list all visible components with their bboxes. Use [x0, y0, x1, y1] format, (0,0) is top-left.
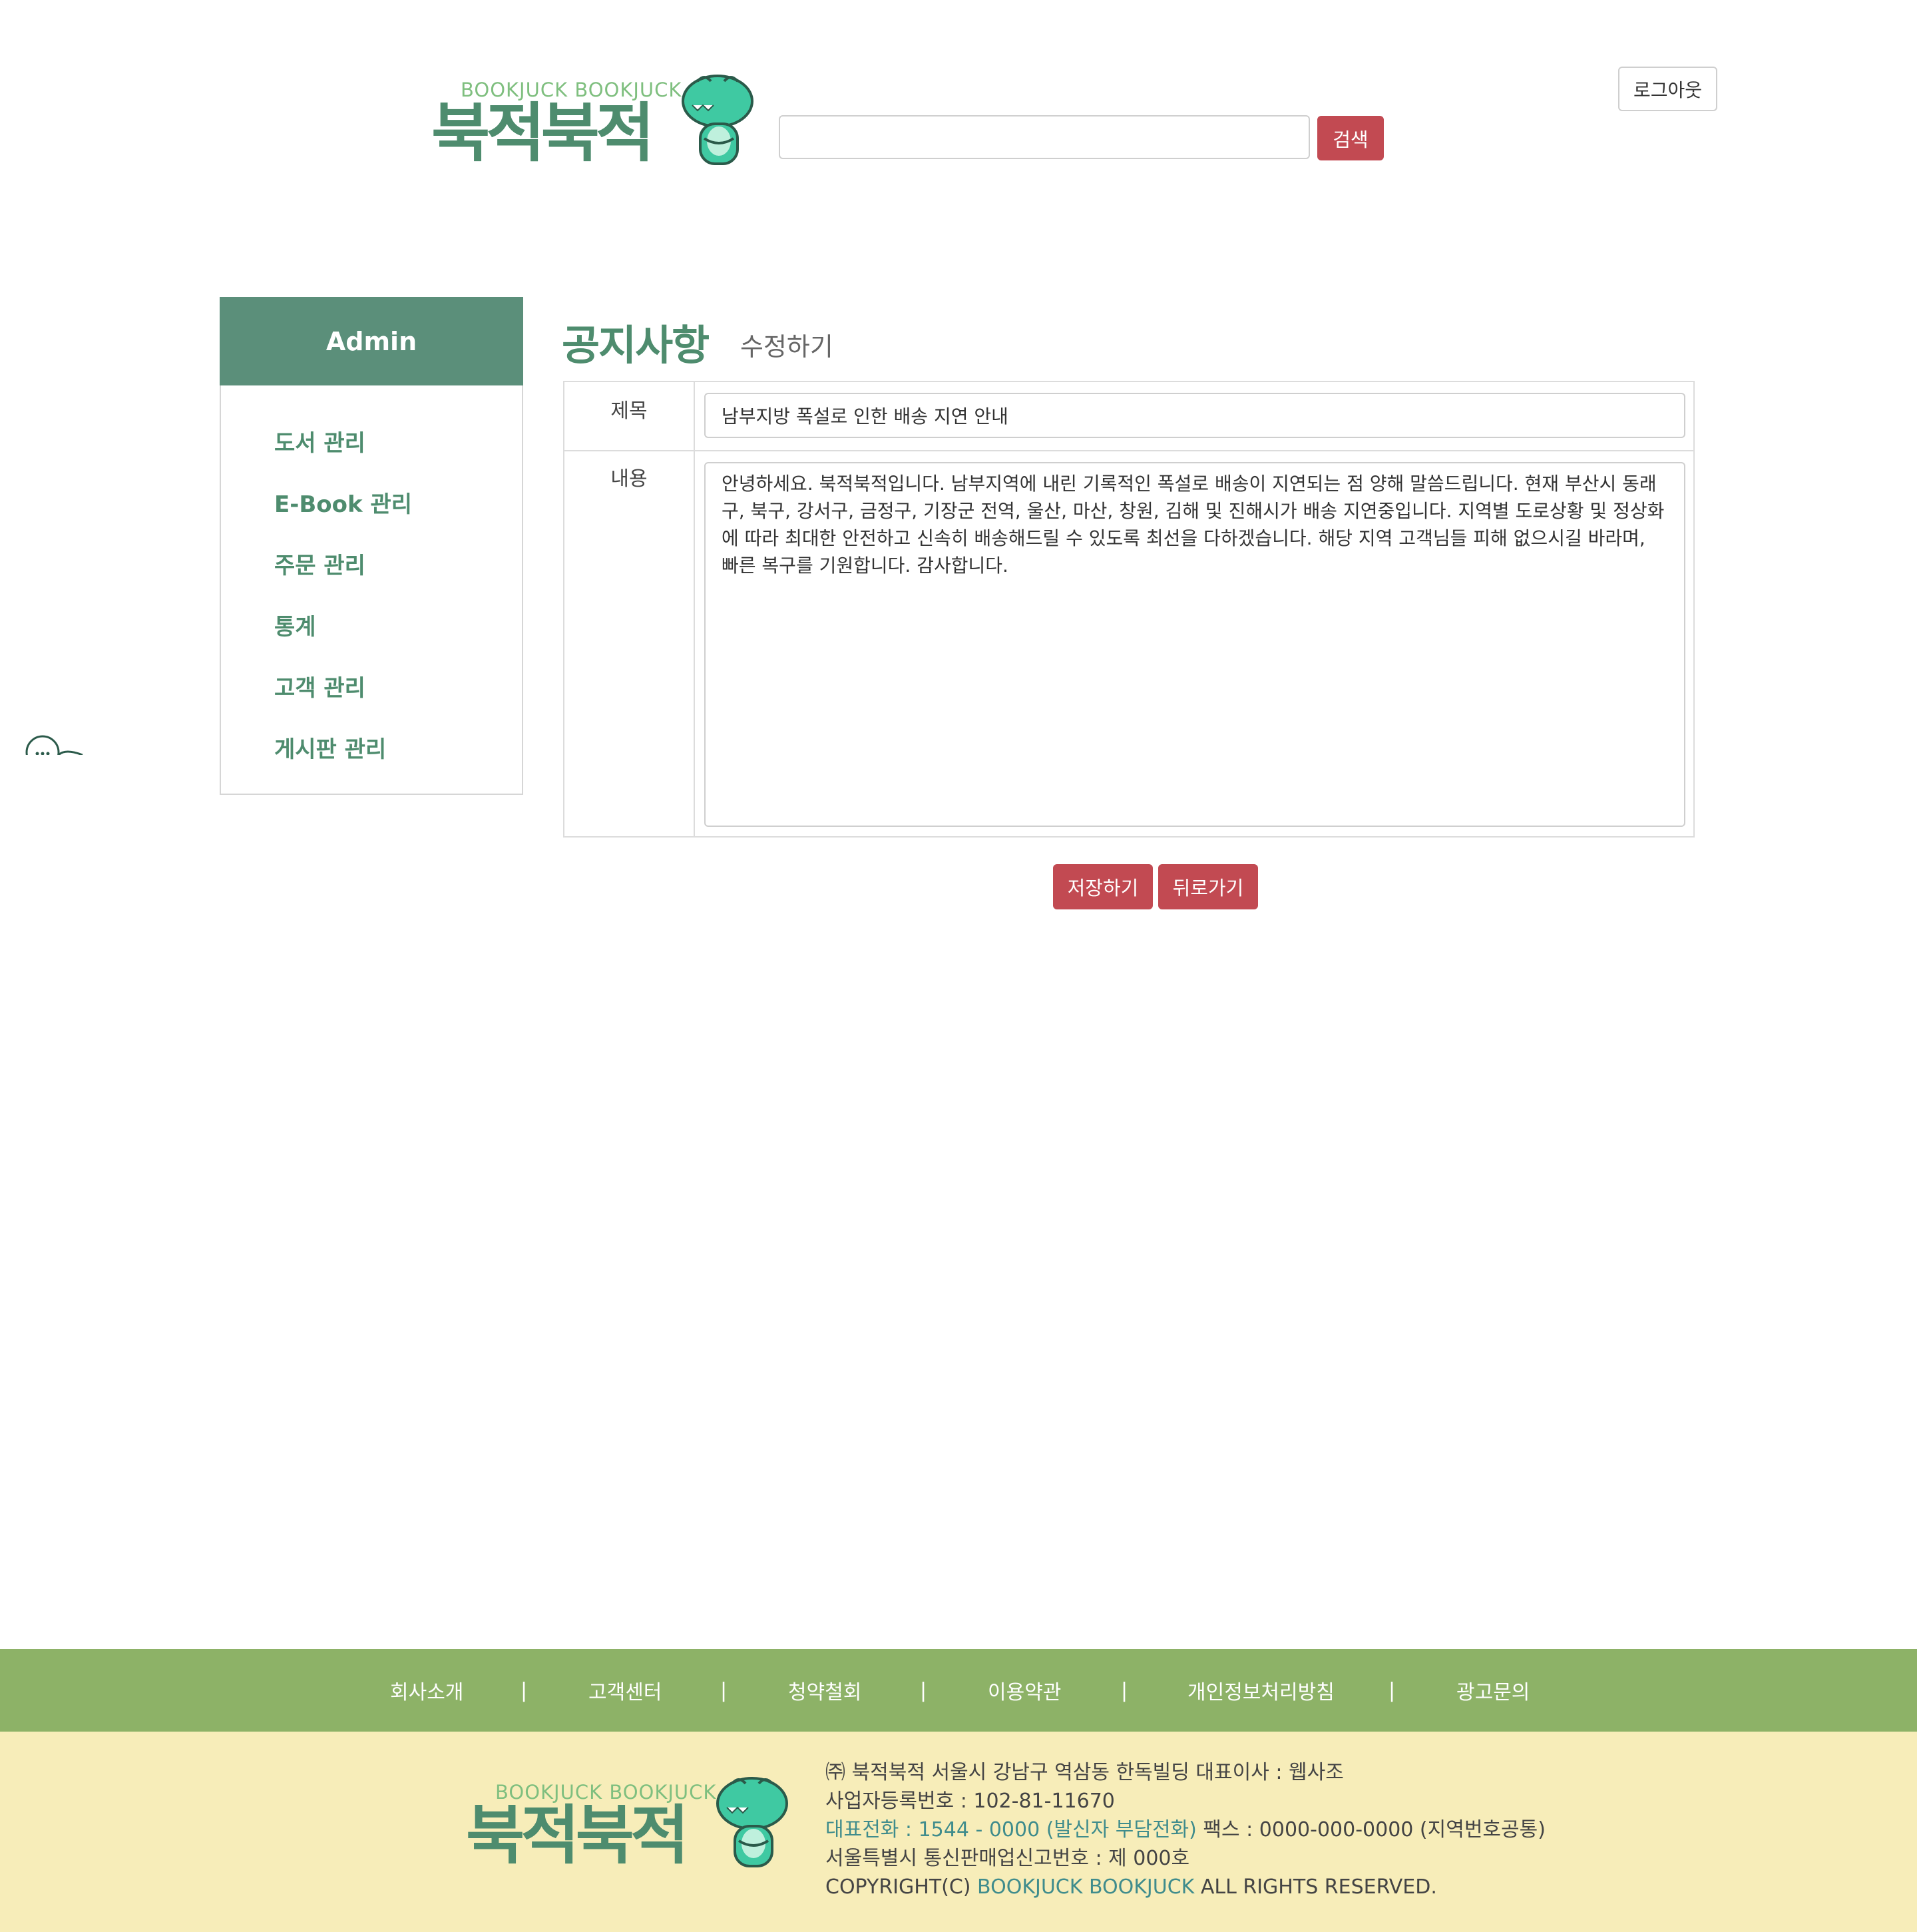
footer-registration: 서울특별시 통신판매업신고번호 : 제 000호	[825, 1847, 1190, 1870]
search-input[interactable]	[779, 115, 1310, 159]
footer-link-terms[interactable]: 이용약관	[988, 1649, 1061, 1732]
footer-link-withdrawal[interactable]: 청약철회	[788, 1649, 861, 1732]
sidebar-item-customer-management[interactable]: 고객 관리	[274, 670, 365, 702]
footer-phone: 대표전화 : 1544 - 0000 (발신자 부담전화)	[825, 1818, 1197, 1841]
footer-crocodile-mascot-icon	[716, 1777, 788, 1867]
logo-korean-text: 북적북적	[431, 96, 654, 170]
copyright-prefix: COPYRIGHT(C)	[825, 1875, 978, 1899]
content-label: 내용	[610, 467, 648, 491]
footer-separator: |	[521, 1678, 528, 1702]
footer-link-privacy[interactable]: 개인정보처리방침	[1187, 1649, 1335, 1732]
footer-logo-korean-text: 북적북적	[466, 1798, 689, 1873]
footer-link-customer-center[interactable]: 고객센터	[588, 1649, 662, 1732]
footer-company-info: ㈜ 북적북적 서울시 강남구 역삼동 한독빌딩 대표이사 : 웹사조 사업자등록…	[825, 1758, 1546, 1901]
footer-company-line: ㈜ 북적북적 서울시 강남구 역삼동 한독빌딩 대표이사 : 웹사조	[825, 1761, 1344, 1784]
chat-bubble-icon[interactable]	[24, 734, 84, 755]
sidebar-item-order-management[interactable]: 주문 관리	[274, 547, 365, 580]
sidebar-item-ebook-management[interactable]: E-Book 관리	[274, 486, 412, 519]
footer-contact-line: 대표전화 : 1544 - 0000 (발신자 부담전화) 팩스 : 0000-…	[825, 1815, 1546, 1844]
copyright-suffix: ALL RIGHTS RESERVED.	[1194, 1875, 1437, 1899]
footer-logo: BOOKJUCK BOOKJUCK 북적북적	[466, 1774, 792, 1879]
crocodile-mascot-icon	[682, 75, 753, 165]
admin-sidebar: Admin 도서 관리 E-Book 관리 주문 관리 통계 고객 관리 게시판…	[220, 297, 523, 795]
footer-copyright: COPYRIGHT(C) BOOKJUCK BOOKJUCK ALL RIGHT…	[825, 1873, 1546, 1901]
back-button[interactable]: 뒤로가기	[1158, 864, 1258, 909]
search-button[interactable]: 검색	[1317, 116, 1384, 160]
copyright-brand: BOOKJUCK BOOKJUCK	[977, 1875, 1195, 1899]
header-logo[interactable]: BOOKJUCK BOOKJUCK 북적북적	[431, 72, 757, 177]
sidebar-title: Admin	[220, 297, 523, 385]
page-subtitle: 수정하기	[740, 332, 833, 362]
title-input[interactable]: 남부지방 폭설로 인한 배송 지연 안내	[704, 393, 1685, 438]
footer-separator: |	[920, 1678, 927, 1702]
logout-button[interactable]: 로그아웃	[1618, 67, 1717, 111]
save-button[interactable]: 저장하기	[1053, 864, 1153, 909]
footer-link-company[interactable]: 회사소개	[390, 1649, 463, 1732]
footer-nav: 회사소개 | 고객센터 | 청약철회 | 이용약관 | 개인정보처리방침 | 광…	[0, 1649, 1917, 1732]
footer-link-advertising[interactable]: 광고문의	[1456, 1649, 1530, 1732]
form-row-divider	[564, 450, 1693, 451]
sidebar-item-statistics[interactable]: 통계	[274, 608, 316, 641]
footer-separator: |	[1388, 1678, 1396, 1702]
footer: BOOKJUCK BOOKJUCK 북적북적 ㈜ 북적북적 서울시 강남구 역삼…	[0, 1732, 1917, 1932]
sidebar-item-book-management[interactable]: 도서 관리	[274, 425, 365, 457]
notice-edit-form: 제목 남부지방 폭설로 인한 배송 지연 안내 내용 안녕하세요. 북적북적입니…	[563, 381, 1695, 838]
content-textarea[interactable]: 안녕하세요. 북적북적입니다. 남부지역에 내린 기록적인 폭설로 배송이 지연…	[704, 462, 1685, 827]
footer-business-number: 사업자등록번호 : 102-81-11670	[825, 1790, 1115, 1813]
footer-separator: |	[1121, 1678, 1128, 1702]
page-title: 공지사항	[562, 321, 710, 369]
title-label: 제목	[610, 399, 648, 423]
footer-fax: 팩스 : 0000-000-0000 (지역번호공통)	[1203, 1818, 1546, 1841]
footer-separator: |	[720, 1678, 728, 1702]
sidebar-item-board-management[interactable]: 게시판 관리	[274, 731, 386, 764]
